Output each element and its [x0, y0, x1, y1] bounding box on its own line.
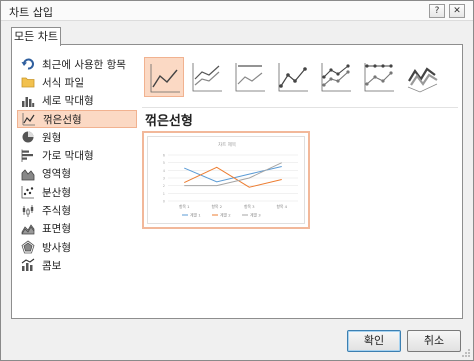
subtype-percent-stacked-line-markers[interactable] — [359, 57, 399, 97]
category-label: 꺾은선형 — [43, 113, 82, 126]
x-tick-label: 항목 1 — [179, 204, 190, 209]
percent-stacked-line-subtype-icon — [235, 63, 265, 92]
subtype-line-markers[interactable] — [273, 57, 313, 97]
x-tick-label: 항목 2 — [211, 204, 222, 209]
stacked-line-subtype-icon — [192, 63, 222, 92]
line-chart-icon — [22, 113, 35, 126]
undo-arrow-icon — [21, 58, 34, 70]
category-label: 표면형 — [42, 223, 71, 236]
surface-chart-icon — [21, 224, 35, 235]
category-label: 서식 파일 — [42, 76, 84, 89]
column-chart-icon — [22, 96, 35, 107]
tab-strip: 모든 차트 — [11, 23, 463, 46]
3d-line-subtype-icon — [407, 67, 438, 93]
legend-label: 계열 2 — [220, 212, 231, 217]
chart-panel: 최근에 사용한 항목 서식 파일 세로 막대형 꺾은선형 원형 가로 막대형 영… — [11, 44, 463, 319]
category-item-stock[interactable]: 주식형 — [17, 201, 137, 219]
category-item-surface[interactable]: 표면형 — [17, 220, 137, 238]
close-button[interactable]: ✕ — [449, 4, 465, 18]
legend-label: 계열 1 — [190, 212, 201, 217]
gallery-divider — [142, 107, 458, 108]
subtype-line[interactable] — [144, 57, 184, 97]
subtype-3d-line[interactable] — [402, 57, 442, 97]
category-item-bar[interactable]: 가로 막대형 — [17, 146, 137, 164]
combo-chart-icon — [21, 258, 35, 272]
category-label: 주식형 — [42, 205, 71, 218]
chart-subtype-gallery — [144, 57, 444, 101]
cancel-button[interactable]: 취소 — [407, 330, 461, 352]
legend-label: 계열 3 — [250, 212, 261, 217]
line-subtype-icon — [150, 64, 180, 93]
tab-all-charts[interactable]: 모든 차트 — [11, 27, 61, 46]
radar-chart-icon — [21, 240, 35, 254]
category-label: 분산형 — [42, 186, 71, 199]
resize-grip-icon[interactable] — [461, 348, 471, 358]
category-label: 세로 막대형 — [42, 95, 94, 108]
category-label: 영역형 — [42, 168, 71, 181]
title-bar: 차트 삽입 ? ✕ — [1, 1, 473, 21]
category-label: 방사형 — [42, 241, 71, 254]
bar-chart-icon — [21, 149, 33, 162]
chart-preview[interactable]: 차트 제목 0 1 2 3 4 5 6 항목 1 항목 2 항목 3 항목 4 계열 1 계열 2 계… — [142, 131, 310, 229]
help-button[interactable]: ? — [429, 4, 445, 18]
line-markers-subtype-icon — [278, 63, 308, 92]
x-tick-label: 항목 4 — [276, 204, 287, 209]
dialog-title: 차트 삽입 — [9, 6, 53, 19]
category-item-combo[interactable]: 콤보 — [17, 256, 137, 274]
category-item-templates[interactable]: 서식 파일 — [17, 73, 137, 91]
area-chart-icon — [21, 169, 35, 181]
y-tick-label: 0 — [163, 200, 165, 204]
category-label: 최근에 사용한 항목 — [42, 58, 126, 71]
y-tick-label: 5 — [163, 161, 165, 165]
y-tick-label: 3 — [163, 177, 165, 181]
subtype-percent-stacked-line[interactable] — [230, 57, 270, 97]
category-label: 콤보 — [42, 259, 62, 272]
category-item-area[interactable]: 영역형 — [17, 165, 137, 183]
series-line-1 — [184, 166, 282, 183]
category-item-pie[interactable]: 원형 — [17, 128, 137, 146]
category-item-radar[interactable]: 방사형 — [17, 238, 137, 256]
scatter-chart-icon — [21, 186, 34, 199]
folder-icon — [21, 78, 35, 88]
percent-stacked-line-markers-subtype-icon — [364, 63, 394, 92]
category-item-scatter[interactable]: 분산형 — [17, 183, 137, 201]
y-tick-label: 6 — [163, 154, 165, 158]
ok-button[interactable]: 확인 — [347, 330, 401, 352]
category-label: 가로 막대형 — [42, 150, 94, 163]
line-chart: 차트 제목 0 1 2 3 4 5 6 항목 1 항목 2 항목 3 항목 4 계열 1 계열 2 계… — [163, 141, 298, 217]
category-item-recent[interactable]: 최근에 사용한 항목 — [17, 55, 137, 73]
y-tick-label: 4 — [163, 169, 166, 173]
y-tick-label: 1 — [163, 192, 165, 196]
pie-chart-icon — [22, 131, 34, 143]
chart-title: 차트 제목 — [218, 141, 236, 148]
subtype-heading: 꺾은선형 — [145, 114, 193, 129]
chart-category-list: 최근에 사용한 항목 서식 파일 세로 막대형 꺾은선형 원형 가로 막대형 영… — [17, 55, 137, 275]
insert-chart-dialog: 차트 삽입 ? ✕ 모든 차트 최근에 사용한 항목 서식 파일 세로 막대형 … — [0, 0, 474, 361]
subtype-stacked-line[interactable] — [187, 57, 227, 97]
stacked-line-markers-subtype-icon — [321, 63, 351, 92]
chart-preview-canvas: 차트 제목 0 1 2 3 4 5 6 항목 1 항목 2 항목 3 항목 4 계열 1 계열 2 계… — [147, 136, 305, 224]
category-label: 원형 — [42, 131, 62, 144]
stock-chart-icon — [22, 204, 34, 217]
y-tick-label: 2 — [163, 184, 165, 188]
subtype-stacked-line-markers[interactable] — [316, 57, 356, 97]
category-item-line[interactable]: 꺾은선형 — [17, 109, 137, 129]
category-item-column[interactable]: 세로 막대형 — [17, 92, 137, 110]
x-tick-label: 항목 3 — [244, 204, 255, 209]
